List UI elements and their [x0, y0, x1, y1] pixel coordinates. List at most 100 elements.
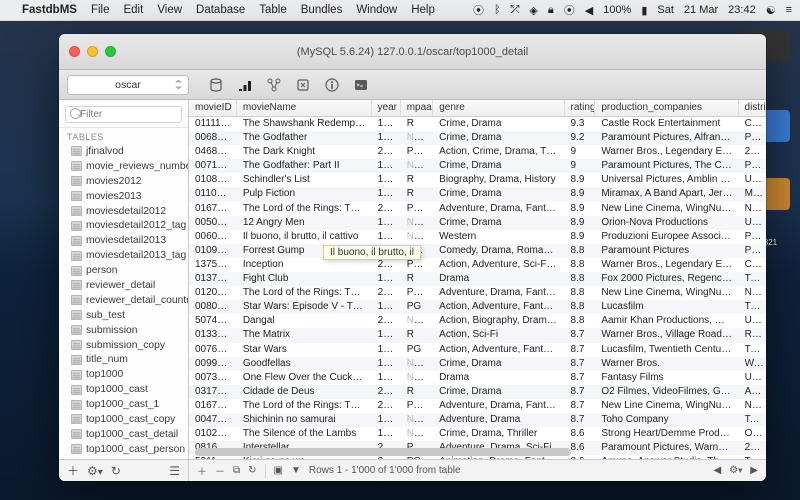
battery-icon[interactable]: ▮: [641, 4, 647, 17]
sidebar-table-item[interactable]: reviewer_detail: [59, 278, 188, 293]
console-icon[interactable]: ▣: [274, 465, 283, 476]
app-menu[interactable]: FastdbMS: [22, 4, 77, 16]
col-production[interactable]: production_companies: [595, 100, 738, 116]
table-row[interactable]: 0133093The Matrix1999RAction, Sci-Fi8.7W…: [189, 328, 766, 342]
sidebar-table-item[interactable]: jfinalvod: [59, 144, 188, 159]
duplicate-row-button[interactable]: ⧉: [233, 465, 240, 476]
fullscreen-button[interactable]: [105, 46, 116, 57]
window-titlebar[interactable]: (MySQL 5.6.24) 127.0.0.1/oscar/top1000_d…: [59, 34, 766, 70]
sidebar-table-item[interactable]: top1000_cast_1: [59, 397, 188, 412]
sidebar-table-item[interactable]: top1000_cast_person: [59, 442, 188, 457]
table-row[interactable]: 5074352Dangal2016NULLAction, Biography, …: [189, 314, 766, 328]
menu-edit[interactable]: Edit: [123, 4, 143, 16]
menu-database[interactable]: Database: [196, 4, 245, 16]
table-row[interactable]: 0120737The Lord of the Rings: The Fellow…: [189, 286, 766, 300]
sidebar-table-item[interactable]: top1000_cast_copy: [59, 412, 188, 427]
menu-window[interactable]: Window: [356, 4, 397, 16]
sidebar-table-item[interactable]: moviesdetail2012_tag: [59, 218, 188, 233]
info-tab-icon[interactable]: [319, 72, 344, 97]
structure-tab-icon[interactable]: [203, 72, 228, 97]
table-row[interactable]: 0108052Schindler's List1993RBiography, D…: [189, 173, 766, 187]
col-distributors[interactable]: distri: [739, 100, 766, 116]
filter-icon[interactable]: ▼: [291, 465, 301, 476]
fastscripts-icon[interactable]: ⦿: [473, 2, 484, 18]
sidebar-table-item[interactable]: moviesdetail2013_tag: [59, 248, 188, 263]
menu-bundles[interactable]: Bundles: [301, 4, 343, 16]
sidebar-table-item[interactable]: submission_copy: [59, 338, 188, 353]
col-movieid[interactable]: movieID: [189, 100, 237, 116]
table-row[interactable]: 0073486One Flew Over the Cuckoo's Nest19…: [189, 371, 766, 385]
col-mpaa[interactable]: mpaa: [401, 100, 434, 116]
menu-view[interactable]: View: [157, 4, 182, 16]
sidebar-table-item[interactable]: movies2013: [59, 189, 188, 204]
sidebar-menu-icon[interactable]: ☰: [169, 464, 180, 478]
add-table-button[interactable]: ＋: [67, 462, 79, 479]
table-row[interactable]: 1375666Inception2010PG-13Action, Adventu…: [189, 258, 766, 272]
table-row[interactable]: 0047478Shichinin no samurai1954NULLAdven…: [189, 413, 766, 427]
filter-input[interactable]: [65, 106, 182, 123]
sidebar-table-item[interactable]: title_num: [59, 352, 188, 367]
menu-file[interactable]: File: [91, 4, 110, 16]
sidebar-table-item[interactable]: sub_test: [59, 308, 188, 323]
table-row[interactable]: 0110912Pulp Fiction1994RCrime, Drama8.9M…: [189, 187, 766, 201]
database-selector[interactable]: oscar: [67, 75, 189, 95]
table-row[interactable]: 0099685Goodfellas1990NULLCrime, Drama8.7…: [189, 357, 766, 371]
lock-icon[interactable]: 🔒︎: [548, 4, 554, 17]
table-row[interactable]: 0076759Star Wars1977PGAction, Adventure,…: [189, 343, 766, 357]
sidebar-table-item[interactable]: moviesdetail2013: [59, 233, 188, 248]
menu-help[interactable]: Help: [411, 4, 435, 16]
sidebar-table-item[interactable]: moviesdetail2012: [59, 204, 188, 219]
col-moviename[interactable]: movieName: [237, 100, 372, 116]
spotlight-icon[interactable]: ☯: [766, 4, 776, 17]
relations-tab-icon[interactable]: [261, 72, 286, 97]
table-row[interactable]: 0317248Cidade de Deus2002RCrime, Drama8.…: [189, 385, 766, 399]
gear-menu-icon[interactable]: ⚙︎▾: [729, 465, 742, 476]
table-row[interactable]: 0068646The Godfather1972NULLCrime, Drama…: [189, 131, 766, 145]
sidebar-table-item[interactable]: top1000: [59, 367, 188, 382]
horizontal-scrollbar[interactable]: [195, 448, 748, 457]
add-row-button[interactable]: ＋: [197, 463, 207, 478]
col-rating[interactable]: rating: [565, 100, 596, 116]
minimize-button[interactable]: [87, 46, 98, 57]
table-row[interactable]: 0071562The Godfather: Part II1974NULLCri…: [189, 159, 766, 173]
table-rows[interactable]: 0111161The Shawshank Redemption1994RCrim…: [189, 117, 766, 459]
sidebar-table-item[interactable]: reviewer_detail_country: [59, 293, 188, 308]
volume-icon[interactable]: ◀︎: [585, 4, 593, 17]
table-row[interactable]: 0167260The Lord of the Rings: The Return…: [189, 202, 766, 216]
table-row[interactable]: 005008312 Angry Men1957NULLCrime, Drama8…: [189, 216, 766, 230]
col-genre[interactable]: genre: [433, 100, 564, 116]
remove-row-button[interactable]: －: [215, 463, 225, 478]
sidebar-table-item[interactable]: top1000_cast_detail: [59, 427, 188, 442]
table-row[interactable]: 0167261The Lord of the Rings: The Two To…: [189, 399, 766, 413]
refresh-button[interactable]: ↻: [111, 464, 121, 478]
diamond-icon[interactable]: ◈: [529, 4, 537, 17]
gear-icon[interactable]: ⚙︎▾: [87, 464, 103, 478]
tables-list[interactable]: jfinalvodmovie_reviews_numbermovies2012m…: [59, 144, 188, 459]
sidebar-table-item[interactable]: movies2012: [59, 174, 188, 189]
table-row[interactable]: 0468569The Dark Knight2008PG-13Action, C…: [189, 145, 766, 159]
table-row[interactable]: 0109830Forrest Gump1994PG-13Comedy, Dram…: [189, 244, 766, 258]
col-year[interactable]: year: [372, 100, 401, 116]
menu-table[interactable]: Table: [259, 4, 287, 16]
prev-page-button[interactable]: ◀: [713, 465, 721, 476]
sidebar-table-item[interactable]: top1000_cast: [59, 382, 188, 397]
sidebar-table-item[interactable]: person: [59, 263, 188, 278]
table-row[interactable]: 0111161The Shawshank Redemption1994RCrim…: [189, 117, 766, 131]
refresh-rows-button[interactable]: ↻: [248, 465, 256, 476]
bluetooth-icon[interactable]: ᛒ: [494, 4, 501, 16]
query-tab-icon[interactable]: [348, 72, 373, 97]
table-header[interactable]: movieID movieName year mpaa genre rating…: [189, 100, 766, 117]
triggers-tab-icon[interactable]: [290, 72, 315, 97]
table-row[interactable]: 0080684Star Wars: Episode V - The Empire…: [189, 300, 766, 314]
sync-icon[interactable]: ⤱: [511, 4, 520, 17]
sidebar-table-item[interactable]: submission: [59, 323, 188, 338]
table-row[interactable]: 0060196Il buono, il brutto, il cattivo19…: [189, 230, 766, 244]
notification-center-icon[interactable]: ≡: [786, 4, 792, 16]
content-tab-icon[interactable]: [232, 72, 257, 97]
table-row[interactable]: 0102926The Silence of the Lambs1991NULLC…: [189, 427, 766, 441]
table-row[interactable]: 0137523Fight Club1999RDrama8.8Fox 2000 P…: [189, 272, 766, 286]
sidebar-table-item[interactable]: movie_reviews_number: [59, 159, 188, 174]
next-page-button[interactable]: ▶: [750, 465, 758, 476]
close-button[interactable]: [69, 46, 80, 57]
wifi-icon[interactable]: ⦿: [564, 2, 575, 18]
